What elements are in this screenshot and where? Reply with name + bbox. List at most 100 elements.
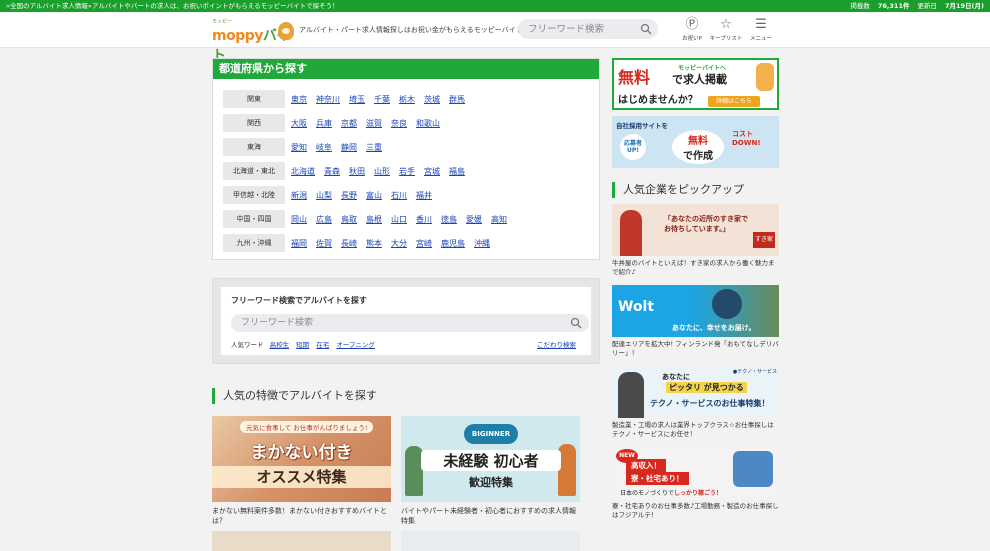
- feature-banner-makanai[interactable]: 元気に食事して お仕事がんばりましょう! まかない付き オススメ特集: [212, 416, 391, 502]
- feature-card-beginner[interactable]: BIGINNER 未経験 初心者 歓迎特集 バイトやパート未経験者・初心者におす…: [401, 416, 580, 526]
- prefecture-link[interactable]: 宮崎: [416, 238, 432, 249]
- region-row: 関東 東京 神奈川 埼玉 千葉 栃木 茨城 群馬: [223, 87, 591, 111]
- feature-caption: まかない無料案件多数！まかない付きおすすめバイトとは？: [212, 507, 387, 525]
- ad-line3: はじめませんか？: [618, 95, 698, 106]
- prefecture-link[interactable]: 岩手: [399, 166, 415, 177]
- ad-circle-badge: 応募者 UP!: [620, 134, 646, 160]
- header-search-input[interactable]: [528, 22, 638, 36]
- feature-banner-partial[interactable]: [401, 531, 580, 551]
- ad-line2: で求人掲載: [672, 73, 727, 86]
- nav-keep-list[interactable]: ☆ キープリスト: [708, 16, 744, 46]
- ad-free-listing[interactable]: 無料 モッピーバイトへ で求人掲載 はじめませんか？ 詳細はこちら: [612, 58, 779, 110]
- feature-banner-partial[interactable]: [212, 531, 391, 551]
- prefecture-link[interactable]: 神奈川: [316, 94, 340, 105]
- nav-points[interactable]: Ⓟ お祝いP: [674, 16, 710, 46]
- person-illustration: [620, 210, 642, 256]
- ad-details-button[interactable]: 詳細はこちら: [708, 96, 760, 107]
- logo-text-moppy: moppy: [212, 28, 263, 44]
- prefecture-link[interactable]: 栃木: [399, 94, 415, 105]
- pickup-banner[interactable]: 「あなたの近所のすき家でお待ちしています。」 すき家: [612, 204, 779, 256]
- prefecture-link[interactable]: 高知: [491, 214, 507, 225]
- prefecture-link[interactable]: 山梨: [316, 190, 332, 201]
- prefecture-link[interactable]: 鹿児島: [441, 238, 465, 249]
- prefecture-link[interactable]: 島根: [366, 214, 382, 225]
- listing-count: 76,311件: [877, 2, 910, 10]
- banner-headline: あなたに、幸せをお届け。: [672, 324, 756, 332]
- prefecture-link[interactable]: 福岡: [291, 238, 307, 249]
- prefecture-link[interactable]: 沖縄: [474, 238, 490, 249]
- nav-menu[interactable]: ☰ メニュー: [743, 16, 779, 46]
- sidebar: 無料 モッピーバイトへ で求人掲載 はじめませんか？ 詳細はこちら 自社採用サイ…: [612, 58, 779, 522]
- pickup-card-sukiya[interactable]: 「あなたの近所のすき家でお待ちしています。」 すき家 牛丼屋のバイトといえば！す…: [612, 204, 779, 279]
- prefecture-link[interactable]: 岐阜: [316, 142, 332, 153]
- feature-card-makanai[interactable]: 元気に食事して お仕事がんばりましょう! まかない付き オススメ特集 まかない無…: [212, 416, 391, 526]
- ad-free-text: 無料: [618, 68, 651, 87]
- prefecture-link[interactable]: 青森: [324, 166, 340, 177]
- prefecture-link[interactable]: 熊本: [366, 238, 382, 249]
- prefecture-link[interactable]: 宮城: [424, 166, 440, 177]
- prefecture-link[interactable]: 兵庫: [316, 118, 332, 129]
- pickup-title: 人気企業をピックアップ: [612, 182, 779, 198]
- prefecture-link[interactable]: 群馬: [449, 94, 465, 105]
- pickup-banner[interactable]: 高収入！ 寮・社宅あり！ NEW 日本のモノづくりでしっかり稼ごう！: [612, 447, 779, 499]
- listing-count-label: 掲載数: [850, 2, 870, 10]
- prefecture-link[interactable]: 静岡: [341, 142, 357, 153]
- prefecture-link[interactable]: 新潟: [291, 190, 307, 201]
- popular-word-link[interactable]: 短期: [296, 341, 309, 349]
- search-icon[interactable]: [640, 23, 652, 35]
- prefecture-link[interactable]: 鳥取: [341, 214, 357, 225]
- prefecture-link[interactable]: 和歌山: [416, 118, 440, 129]
- prefecture-link[interactable]: 山口: [391, 214, 407, 225]
- prefecture-link[interactable]: 香川: [416, 214, 432, 225]
- prefecture-link[interactable]: 石川: [391, 190, 407, 201]
- prefecture-link[interactable]: 長崎: [341, 238, 357, 249]
- pickup-caption: 配達エリアを拡大中! フィンランド発「おもてなしデリバリー」！: [612, 340, 779, 357]
- pickup-card-wolt[interactable]: Wolt あなたに、幸せをお届け。 配達エリアを拡大中! フィンランド発「おもて…: [612, 285, 779, 360]
- pickup-banner[interactable]: ●テクノ・サービス あなたに ピッタリ が見つかる テクノ・サービスのお仕事特集…: [612, 366, 779, 418]
- points-icon: Ⓟ: [685, 17, 699, 32]
- advanced-search-link[interactable]: こだわり検索: [537, 339, 576, 349]
- prefecture-link[interactable]: 滋賀: [366, 118, 382, 129]
- region-row: 北海道・東北 北海道 青森 秋田 山形 岩手 宮城 福島: [223, 159, 591, 183]
- prefecture-link[interactable]: 秋田: [349, 166, 365, 177]
- updated-label: 更新日: [917, 2, 937, 10]
- pickup-card-fujiarte[interactable]: 高収入！ 寮・社宅あり！ NEW 日本のモノづくりでしっかり稼ごう！ 寮・社宅あ…: [612, 447, 779, 522]
- pickup-banner[interactable]: Wolt あなたに、幸せをお届け。: [612, 285, 779, 337]
- search-icon[interactable]: [570, 317, 582, 329]
- popular-word-link[interactable]: オープニング: [336, 341, 375, 349]
- prefecture-link[interactable]: 大分: [391, 238, 407, 249]
- feature-banner-beginner[interactable]: BIGINNER 未経験 初心者 歓迎特集: [401, 416, 580, 502]
- banner-headline: 未経験 初心者: [421, 450, 561, 471]
- nav-points-label: お祝いP: [682, 36, 702, 42]
- prefecture-link[interactable]: 京都: [341, 118, 357, 129]
- popular-word-link[interactable]: 高校生: [270, 341, 290, 349]
- prefecture-link[interactable]: 福井: [416, 190, 432, 201]
- prefecture-link[interactable]: 愛媛: [466, 214, 482, 225]
- prefecture-link[interactable]: 広島: [316, 214, 332, 225]
- prefecture-link[interactable]: 奈良: [391, 118, 407, 129]
- region-row: 東海 愛知 岐阜 静岡 三重: [223, 135, 591, 159]
- prefecture-link[interactable]: 北海道: [291, 166, 315, 177]
- prefecture-link[interactable]: 三重: [366, 142, 382, 153]
- ad-recruit-site[interactable]: 自社採用サイトを 応募者 UP! 無料 で作成 コスト DOWN!: [612, 116, 779, 168]
- prefecture-link[interactable]: 茨城: [424, 94, 440, 105]
- prefecture-link[interactable]: 山形: [374, 166, 390, 177]
- prefecture-link[interactable]: 千葉: [374, 94, 390, 105]
- prefecture-link[interactable]: 大阪: [291, 118, 307, 129]
- breadcrumb-message: »全国のアルバイト求人情報»アルバイトやパートの求人は、お祝いポイントがもらえる…: [6, 2, 339, 10]
- freeword-search-input[interactable]: [241, 316, 561, 330]
- star-icon: ☆: [720, 17, 732, 32]
- prefecture-link[interactable]: 長野: [341, 190, 357, 201]
- prefecture-link[interactable]: 岡山: [291, 214, 307, 225]
- prefecture-link[interactable]: 東京: [291, 94, 307, 105]
- popular-word-link[interactable]: 在宅: [316, 341, 329, 349]
- pickup-card-techno[interactable]: ●テクノ・サービス あなたに ピッタリ が見つかる テクノ・サービスのお仕事特集…: [612, 366, 779, 441]
- prefecture-link[interactable]: 徳島: [441, 214, 457, 225]
- prefecture-link[interactable]: 埼玉: [349, 94, 365, 105]
- pickup-caption: 製造業・工場の求人は業界トップクラス☆お仕事探しはテクノ・サービスにお任せ！: [612, 421, 774, 438]
- prefecture-link[interactable]: 愛知: [291, 142, 307, 153]
- prefecture-link[interactable]: 佐賀: [316, 238, 332, 249]
- prefecture-link[interactable]: 福島: [449, 166, 465, 177]
- site-logo[interactable]: モッピー moppyバイト: [212, 18, 294, 64]
- prefecture-link[interactable]: 富山: [366, 190, 382, 201]
